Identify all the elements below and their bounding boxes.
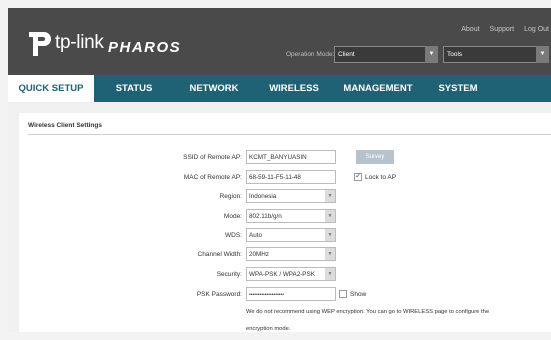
product-name: PHAROS: [108, 39, 182, 56]
chevron-down-icon: ▼: [325, 268, 335, 280]
channel-width-select[interactable]: 20MHz ▼: [246, 247, 336, 261]
psk-password-input[interactable]: ••••••••••••••••••••: [246, 287, 336, 301]
header-bar: tp-link PHAROS About Support Log Out Ope…: [8, 8, 551, 75]
security-select[interactable]: WPA-PSK / WPA2-PSK ▼: [246, 267, 336, 281]
survey-button[interactable]: Survey: [356, 150, 394, 164]
lock-to-ap-label: Lock to AP: [365, 174, 397, 181]
tab-management[interactable]: MANAGEMENT: [334, 75, 422, 102]
region-label: Region:: [219, 193, 242, 200]
section-title: Wireless Client Settings: [28, 122, 102, 129]
tab-network[interactable]: NETWORK: [174, 75, 254, 102]
mode-select[interactable]: 802.11b/g/n ▼: [246, 209, 336, 223]
channel-width-label: Channel Width:: [197, 251, 242, 258]
mac-label: MAC of Remote AP:: [183, 174, 242, 181]
show-password-checkbox[interactable]: [339, 290, 347, 298]
mode-value: 802.11b/g/n: [249, 213, 282, 220]
operation-mode-label: Operation Mode:: [286, 51, 335, 58]
chevron-down-icon: ▼: [325, 229, 335, 241]
settings-panel: Wireless Client Settings SSID of Remote …: [19, 113, 551, 340]
wds-value: Auto: [249, 232, 262, 239]
chevron-down-icon: ▼: [536, 46, 549, 63]
about-link[interactable]: About: [461, 26, 479, 33]
region-value: Indonesia: [249, 193, 277, 200]
tab-system[interactable]: SYSTEM: [422, 75, 494, 102]
operation-mode-select[interactable]: Client ▼: [334, 46, 438, 63]
brand-name: tp-link: [55, 32, 104, 53]
operation-mode-value: Client: [338, 51, 355, 58]
security-label: Security:: [216, 271, 242, 278]
tab-status[interactable]: STATUS: [94, 75, 174, 102]
chevron-down-icon: ▼: [325, 210, 335, 222]
logout-link[interactable]: Log Out: [524, 26, 549, 33]
mac-input[interactable]: 68-59-11-F5-11-48: [246, 170, 336, 184]
router-admin-window: tp-link PHAROS About Support Log Out Ope…: [8, 8, 551, 340]
chevron-down-icon: ▼: [325, 248, 335, 260]
mode-label: Mode:: [223, 213, 242, 220]
ssid-input[interactable]: KCMT_BANYUASIN: [246, 150, 336, 164]
chevron-down-icon: ▼: [325, 190, 335, 202]
wds-label: WDS:: [225, 232, 242, 239]
security-value: WPA-PSK / WPA2-PSK: [249, 271, 315, 278]
lock-to-ap-checkbox[interactable]: [354, 171, 362, 181]
psk-password-label: PSK Password:: [196, 291, 242, 298]
wds-select[interactable]: Auto ▼: [246, 228, 336, 242]
channel-width-value: 20MHz: [249, 251, 269, 258]
tools-value: Tools: [447, 51, 463, 58]
support-link[interactable]: Support: [490, 26, 515, 33]
ssid-label: SSID of Remote AP:: [183, 154, 242, 161]
tp-link-logo-icon: [29, 32, 51, 56]
region-select[interactable]: Indonesia ▼: [246, 189, 336, 203]
page-bottom-edge: [0, 332, 551, 340]
main-nav: QUICK SETUP STATUS NETWORK WIRELESS MANA…: [8, 75, 551, 102]
show-password-label: Show: [350, 291, 367, 298]
section-divider: [28, 134, 551, 135]
tools-select[interactable]: Tools ▼: [443, 46, 549, 63]
top-links: About Support Log Out: [461, 26, 549, 33]
tab-quick-setup[interactable]: QUICK SETUP: [8, 75, 94, 102]
tab-wireless[interactable]: WIRELESS: [254, 75, 334, 102]
chevron-down-icon: ▼: [425, 46, 438, 63]
wep-note-line1: We do not recommend using WEP encryption…: [246, 309, 490, 315]
